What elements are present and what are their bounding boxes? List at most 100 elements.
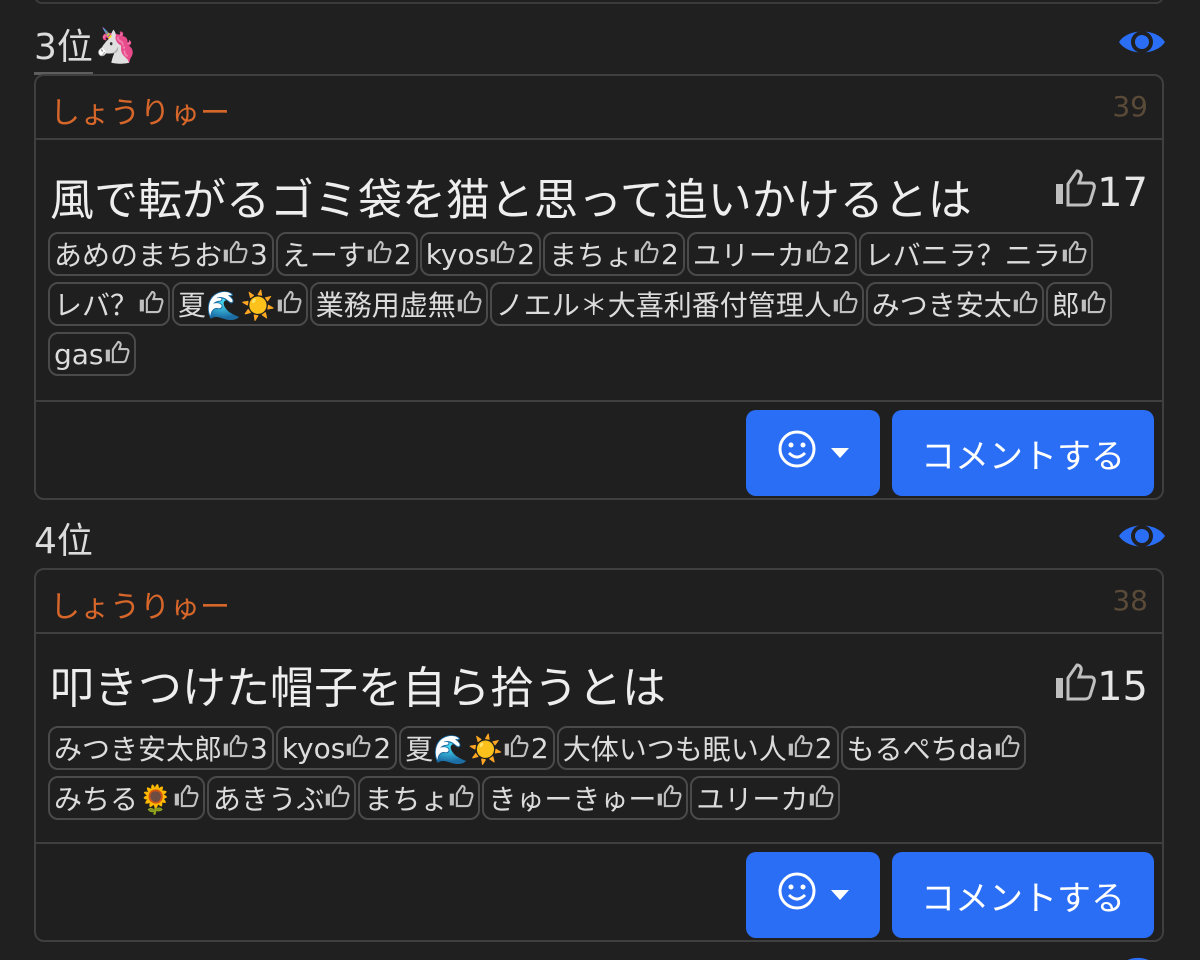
author-name[interactable]: しょうりゅー — [50, 88, 230, 132]
post-card: しょうりゅー 39 風で転がるゴミ袋を猫と思って追いかけるとは 17 あめのまち… — [34, 74, 1164, 500]
rank-text: 4位 — [34, 520, 93, 562]
caret-down-icon — [831, 890, 849, 900]
reaction-count: 3 — [250, 731, 268, 765]
reaction-count: 2 — [814, 731, 833, 765]
reaction-count: 3 — [250, 237, 268, 271]
reaction-user-name: ノエル＊大喜利番付管理人 — [495, 289, 832, 322]
reaction-user-name: kyos — [281, 731, 346, 765]
post-score: 39 — [1112, 90, 1148, 123]
reaction-user-name: 業務用虚無 — [315, 289, 456, 322]
thumbs-up-icon — [173, 782, 199, 815]
reaction-dropdown-button[interactable] — [746, 410, 880, 496]
reaction-count: 2 — [373, 731, 392, 765]
thumbs-up-icon — [104, 338, 130, 371]
comment-button[interactable]: コメントする — [892, 852, 1154, 938]
smiley-icon — [777, 871, 817, 920]
reaction-user-name: gas — [54, 337, 104, 371]
like-count-number: 15 — [1097, 664, 1148, 710]
thumbs-up-icon — [787, 732, 813, 765]
next-eye-icon — [1118, 946, 1158, 960]
reaction-chip[interactable]: みちる🌻 — [48, 776, 205, 820]
thumbs-up-icon — [138, 288, 164, 321]
thumbs-up-icon — [633, 238, 659, 271]
reaction-chip[interactable]: 郎 — [1045, 282, 1112, 326]
reaction-count: 2 — [832, 237, 851, 271]
thumbs-up-icon — [994, 732, 1020, 765]
post-title: 風で転がるゴミ袋を猫と思って追いかけるとは — [50, 175, 972, 226]
reaction-chip[interactable]: まちょ 2 — [543, 232, 685, 276]
reaction-chip[interactable]: ユリーカ 2 — [686, 232, 857, 276]
reaction-user-name: ユリーカ — [696, 783, 809, 816]
reaction-chip[interactable]: あきうぶ — [206, 776, 357, 820]
reaction-count: 2 — [530, 731, 549, 765]
thumbs-up-icon — [276, 288, 302, 321]
reaction-dropdown-button[interactable] — [746, 852, 880, 938]
reaction-chip[interactable]: えーす 2 — [275, 232, 418, 276]
reaction-chip[interactable]: 夏🌊☀️ — [172, 282, 308, 326]
like-count[interactable]: 15 — [1053, 662, 1148, 712]
reaction-list: あめのまちお 3 えーす 2 kyos 2 まちょ 2 ユリーカ 2 レバニラ？ニラレバ？ 夏🌊☀️ 業… — [48, 230, 1150, 380]
reaction-count: 2 — [661, 237, 679, 271]
reaction-user-name: 夏🌊☀️ — [178, 289, 276, 322]
author-name[interactable]: しょうりゅー — [50, 582, 230, 626]
reaction-chip[interactable]: 大体いつも眠い人 2 — [556, 726, 839, 770]
reaction-chip[interactable]: kyos 2 — [419, 232, 542, 276]
reaction-user-name: 大体いつも眠い人 — [562, 733, 787, 766]
reaction-count: 2 — [393, 237, 412, 271]
reaction-chip[interactable]: あめのまちお 3 — [48, 232, 274, 276]
reaction-user-name: あきうぶ — [212, 783, 325, 816]
reaction-user-name: 夏🌊☀️ — [405, 733, 503, 766]
reaction-chip[interactable]: もるぺちda — [840, 726, 1026, 770]
thumbs-up-icon — [1061, 238, 1087, 271]
reaction-chip[interactable]: 業務用虚無 — [309, 282, 488, 326]
thumbs-up-icon — [324, 782, 350, 815]
thumbs-up-icon — [456, 288, 482, 321]
thumbs-up-icon — [808, 782, 834, 815]
thumbs-up-icon — [805, 238, 831, 271]
reaction-user-name: まちょ — [364, 783, 449, 816]
thumbs-up-icon — [489, 238, 515, 271]
thumbs-up-icon — [222, 238, 248, 271]
like-count-number: 17 — [1097, 170, 1148, 216]
reaction-user-name: きゅーきゅー — [488, 783, 657, 816]
reaction-count: 2 — [517, 237, 536, 271]
reaction-chip[interactable]: ユリーカ — [690, 776, 841, 820]
thumbs-up-icon — [366, 238, 392, 271]
thumbs-up-icon — [503, 732, 529, 765]
reaction-chip[interactable]: みつき安太郎 3 — [48, 726, 274, 770]
reaction-user-name: もるぺちda — [846, 733, 994, 766]
reaction-chip[interactable]: レバニラ？ニラ — [858, 232, 1093, 276]
rank-text: 3位 — [34, 18, 93, 75]
reaction-chip[interactable]: gas — [48, 332, 136, 376]
eye-icon[interactable] — [1116, 16, 1168, 68]
card-footer: コメントする — [36, 842, 1162, 940]
thumbs-up-icon — [832, 288, 858, 321]
post-score: 38 — [1112, 584, 1148, 617]
thumbs-up-icon — [448, 782, 474, 815]
reaction-chip[interactable]: レバ？ — [48, 282, 171, 326]
comment-button[interactable]: コメントする — [892, 410, 1154, 496]
reaction-user-name: レバニラ？ニラ — [864, 239, 1061, 272]
rank-emoji: 🦄 — [94, 26, 138, 66]
post-title: 叩きつけた帽子を自ら拾うとは — [50, 663, 666, 714]
reaction-chip[interactable]: まちょ — [358, 776, 481, 820]
thumbs-up-icon — [1080, 288, 1106, 321]
reaction-user-name: みつき安太郎 — [54, 733, 223, 766]
reaction-user-name: まちょ — [549, 239, 634, 272]
reaction-user-name: ユリーカ — [692, 239, 805, 272]
reaction-user-name: あめのまちお — [54, 239, 223, 272]
reaction-chip[interactable]: みつき安太 — [865, 282, 1044, 326]
reaction-user-name: みちる🌻 — [54, 783, 173, 816]
reaction-list: みつき安太郎 3 kyos 2 夏🌊☀️ 2 大体いつも眠い人 2 もるぺちda みちる🌻 あきうぶ… — [48, 724, 1150, 824]
reaction-chip[interactable]: 夏🌊☀️ 2 — [399, 726, 555, 770]
reaction-user-name: みつき安太 — [871, 289, 1012, 322]
thumbs-up-icon — [345, 732, 371, 765]
reaction-user-name: kyos — [425, 237, 490, 271]
eye-icon[interactable] — [1116, 510, 1168, 562]
reaction-chip[interactable]: ノエル＊大喜利番付管理人 — [489, 282, 864, 326]
like-count[interactable]: 17 — [1053, 168, 1148, 218]
reaction-chip[interactable]: きゅーきゅー — [482, 776, 689, 820]
reaction-chip[interactable]: kyos 2 — [275, 726, 398, 770]
previous-card-frame — [34, 0, 1164, 4]
post-card: しょうりゅー 38 叩きつけた帽子を自ら拾うとは 15 みつき安太郎 3 kyos 2… — [34, 568, 1164, 942]
